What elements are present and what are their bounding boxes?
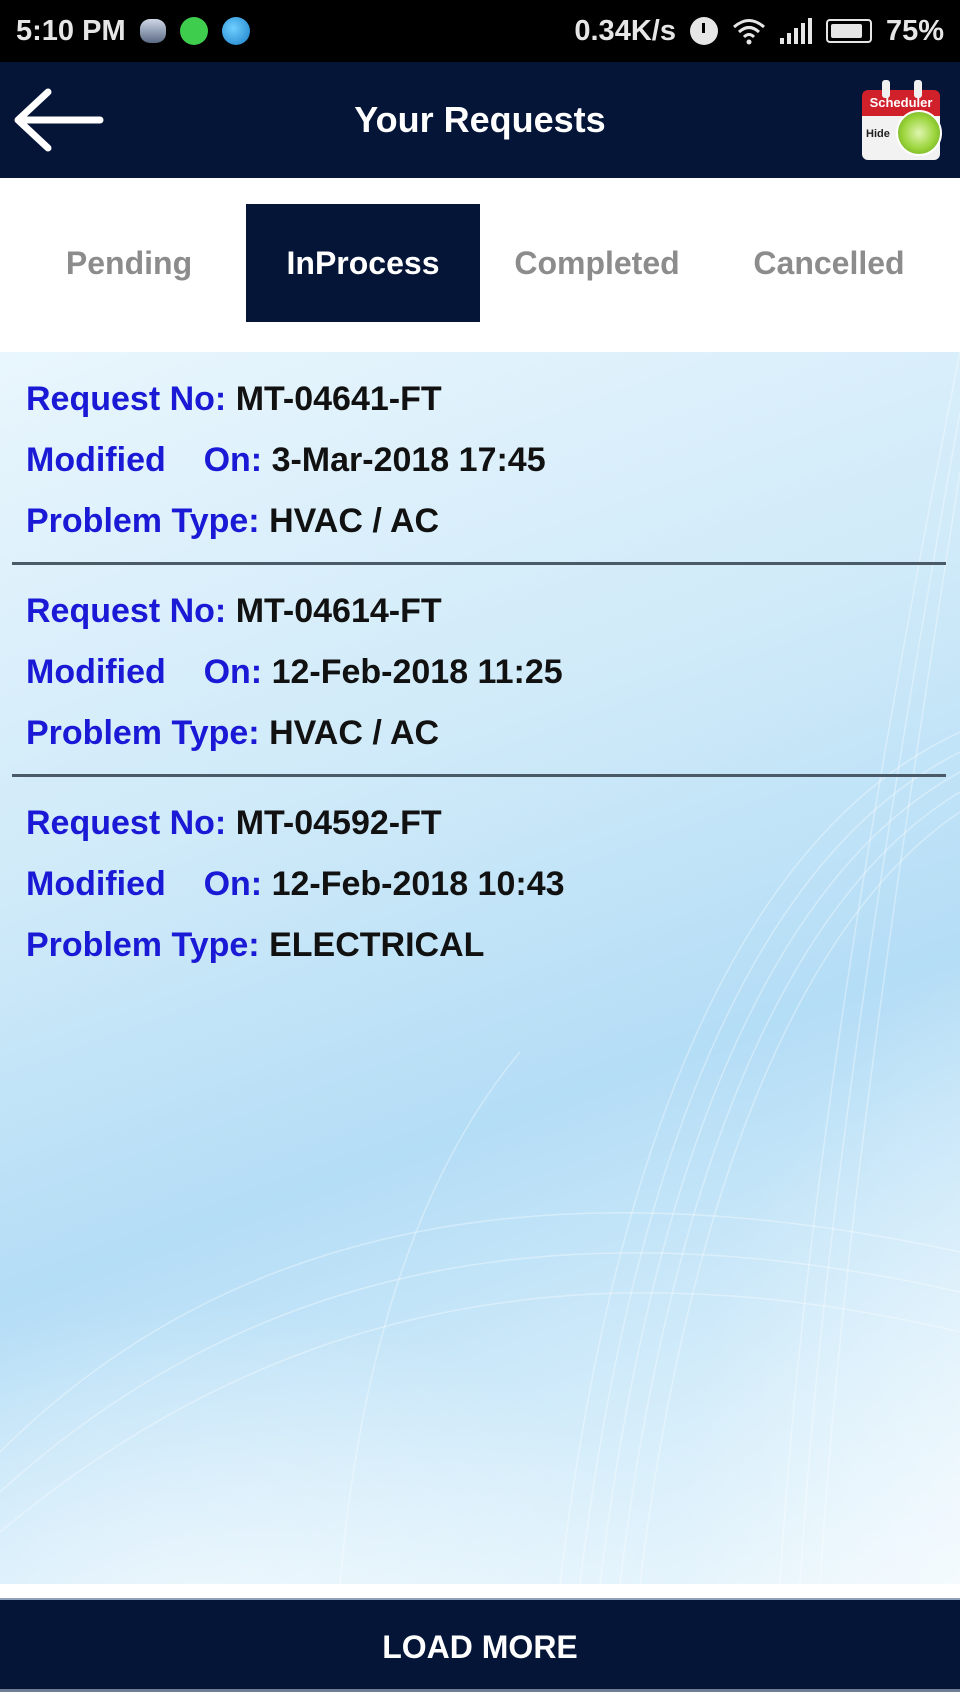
modified-on-row: Modified On: 12-Feb-2018 11:25 <box>26 653 563 692</box>
status-time: 5:10 PM <box>16 14 126 47</box>
back-button[interactable] <box>12 84 104 156</box>
status-right: 0.34K/s 75% <box>574 15 944 48</box>
wifi-icon <box>732 19 765 45</box>
problem-type-row: Problem Type: HVAC / AC <box>26 502 439 541</box>
whatsapp-icon <box>179 17 208 45</box>
modified-on-row: Modified On: 3-Mar-2018 17:45 <box>26 441 546 480</box>
problem-type-value: HVAC / AC <box>269 502 440 540</box>
page-title: Your Requests <box>354 99 606 140</box>
on-label: On: <box>203 865 263 903</box>
tab-completed[interactable]: Completed <box>488 204 706 322</box>
on-label: On: <box>203 653 263 691</box>
modified-label: Modified <box>26 865 166 903</box>
on-label: On: <box>203 441 263 479</box>
divider <box>12 562 946 565</box>
request-no-row: Request No: MT-04592-FT <box>26 804 442 843</box>
status-tabs: Pending InProcess Completed Cancelled <box>0 178 960 352</box>
request-no-row: Request No: MT-04614-FT <box>26 592 442 631</box>
request-no-row: Request No: MT-04641-FT <box>26 380 442 419</box>
problem-type-value: ELECTRICAL <box>269 926 485 964</box>
signal-icon <box>779 18 812 44</box>
tab-pending[interactable]: Pending <box>20 204 238 322</box>
alarm-icon <box>689 17 718 45</box>
status-bar: 5:10 PM 0.34K/s 75% <box>0 0 960 62</box>
request-list: Request No: MT-04641-FT Modified On: 3-M… <box>0 352 960 1584</box>
clock-icon <box>896 110 942 156</box>
modified-on-row: Modified On: 12-Feb-2018 10:43 <box>26 865 565 904</box>
network-speed: 0.34K/s <box>574 14 676 47</box>
problem-type-row: Problem Type: HVAC / AC <box>26 714 439 753</box>
request-no-label: Request No: <box>26 592 227 630</box>
request-no-label: Request No: <box>26 380 227 418</box>
problem-type-value: HVAC / AC <box>269 714 440 752</box>
request-no-label: Request No: <box>26 804 227 842</box>
request-no-value: MT-04641-FT <box>235 380 442 418</box>
problem-type-label: Problem Type: <box>26 502 260 540</box>
calendar-ring-icon <box>882 80 890 98</box>
modified-on-value: 3-Mar-2018 17:45 <box>271 441 546 479</box>
modified-label: Modified <box>26 441 166 479</box>
scheduler-button[interactable]: Scheduler Hide <box>860 80 944 166</box>
request-no-value: MT-04614-FT <box>235 592 442 630</box>
problem-type-label: Problem Type: <box>26 926 260 964</box>
arrow-left-icon <box>14 88 104 152</box>
app-bar: Your Requests Scheduler Hide <box>0 62 960 178</box>
battery-icon <box>825 19 872 43</box>
browser-icon <box>221 17 250 45</box>
status-left: 5:10 PM <box>16 15 250 48</box>
battery-percent: 75% <box>885 14 944 47</box>
tab-inprocess[interactable]: InProcess <box>246 204 480 322</box>
scheduler-hide-label: Hide <box>866 128 890 140</box>
tab-cancelled[interactable]: Cancelled <box>720 204 938 322</box>
modified-on-value: 12-Feb-2018 10:43 <box>271 865 565 903</box>
modified-on-value: 12-Feb-2018 11:25 <box>271 653 563 691</box>
problem-type-label: Problem Type: <box>26 714 260 752</box>
modified-label: Modified <box>26 653 166 691</box>
calendar-ring-icon <box>914 80 922 98</box>
divider <box>12 774 946 777</box>
load-more-button[interactable]: LOAD MORE <box>0 1598 960 1692</box>
problem-type-row: Problem Type: ELECTRICAL <box>26 926 484 965</box>
e-app-icon <box>139 19 166 43</box>
request-no-value: MT-04592-FT <box>235 804 442 842</box>
